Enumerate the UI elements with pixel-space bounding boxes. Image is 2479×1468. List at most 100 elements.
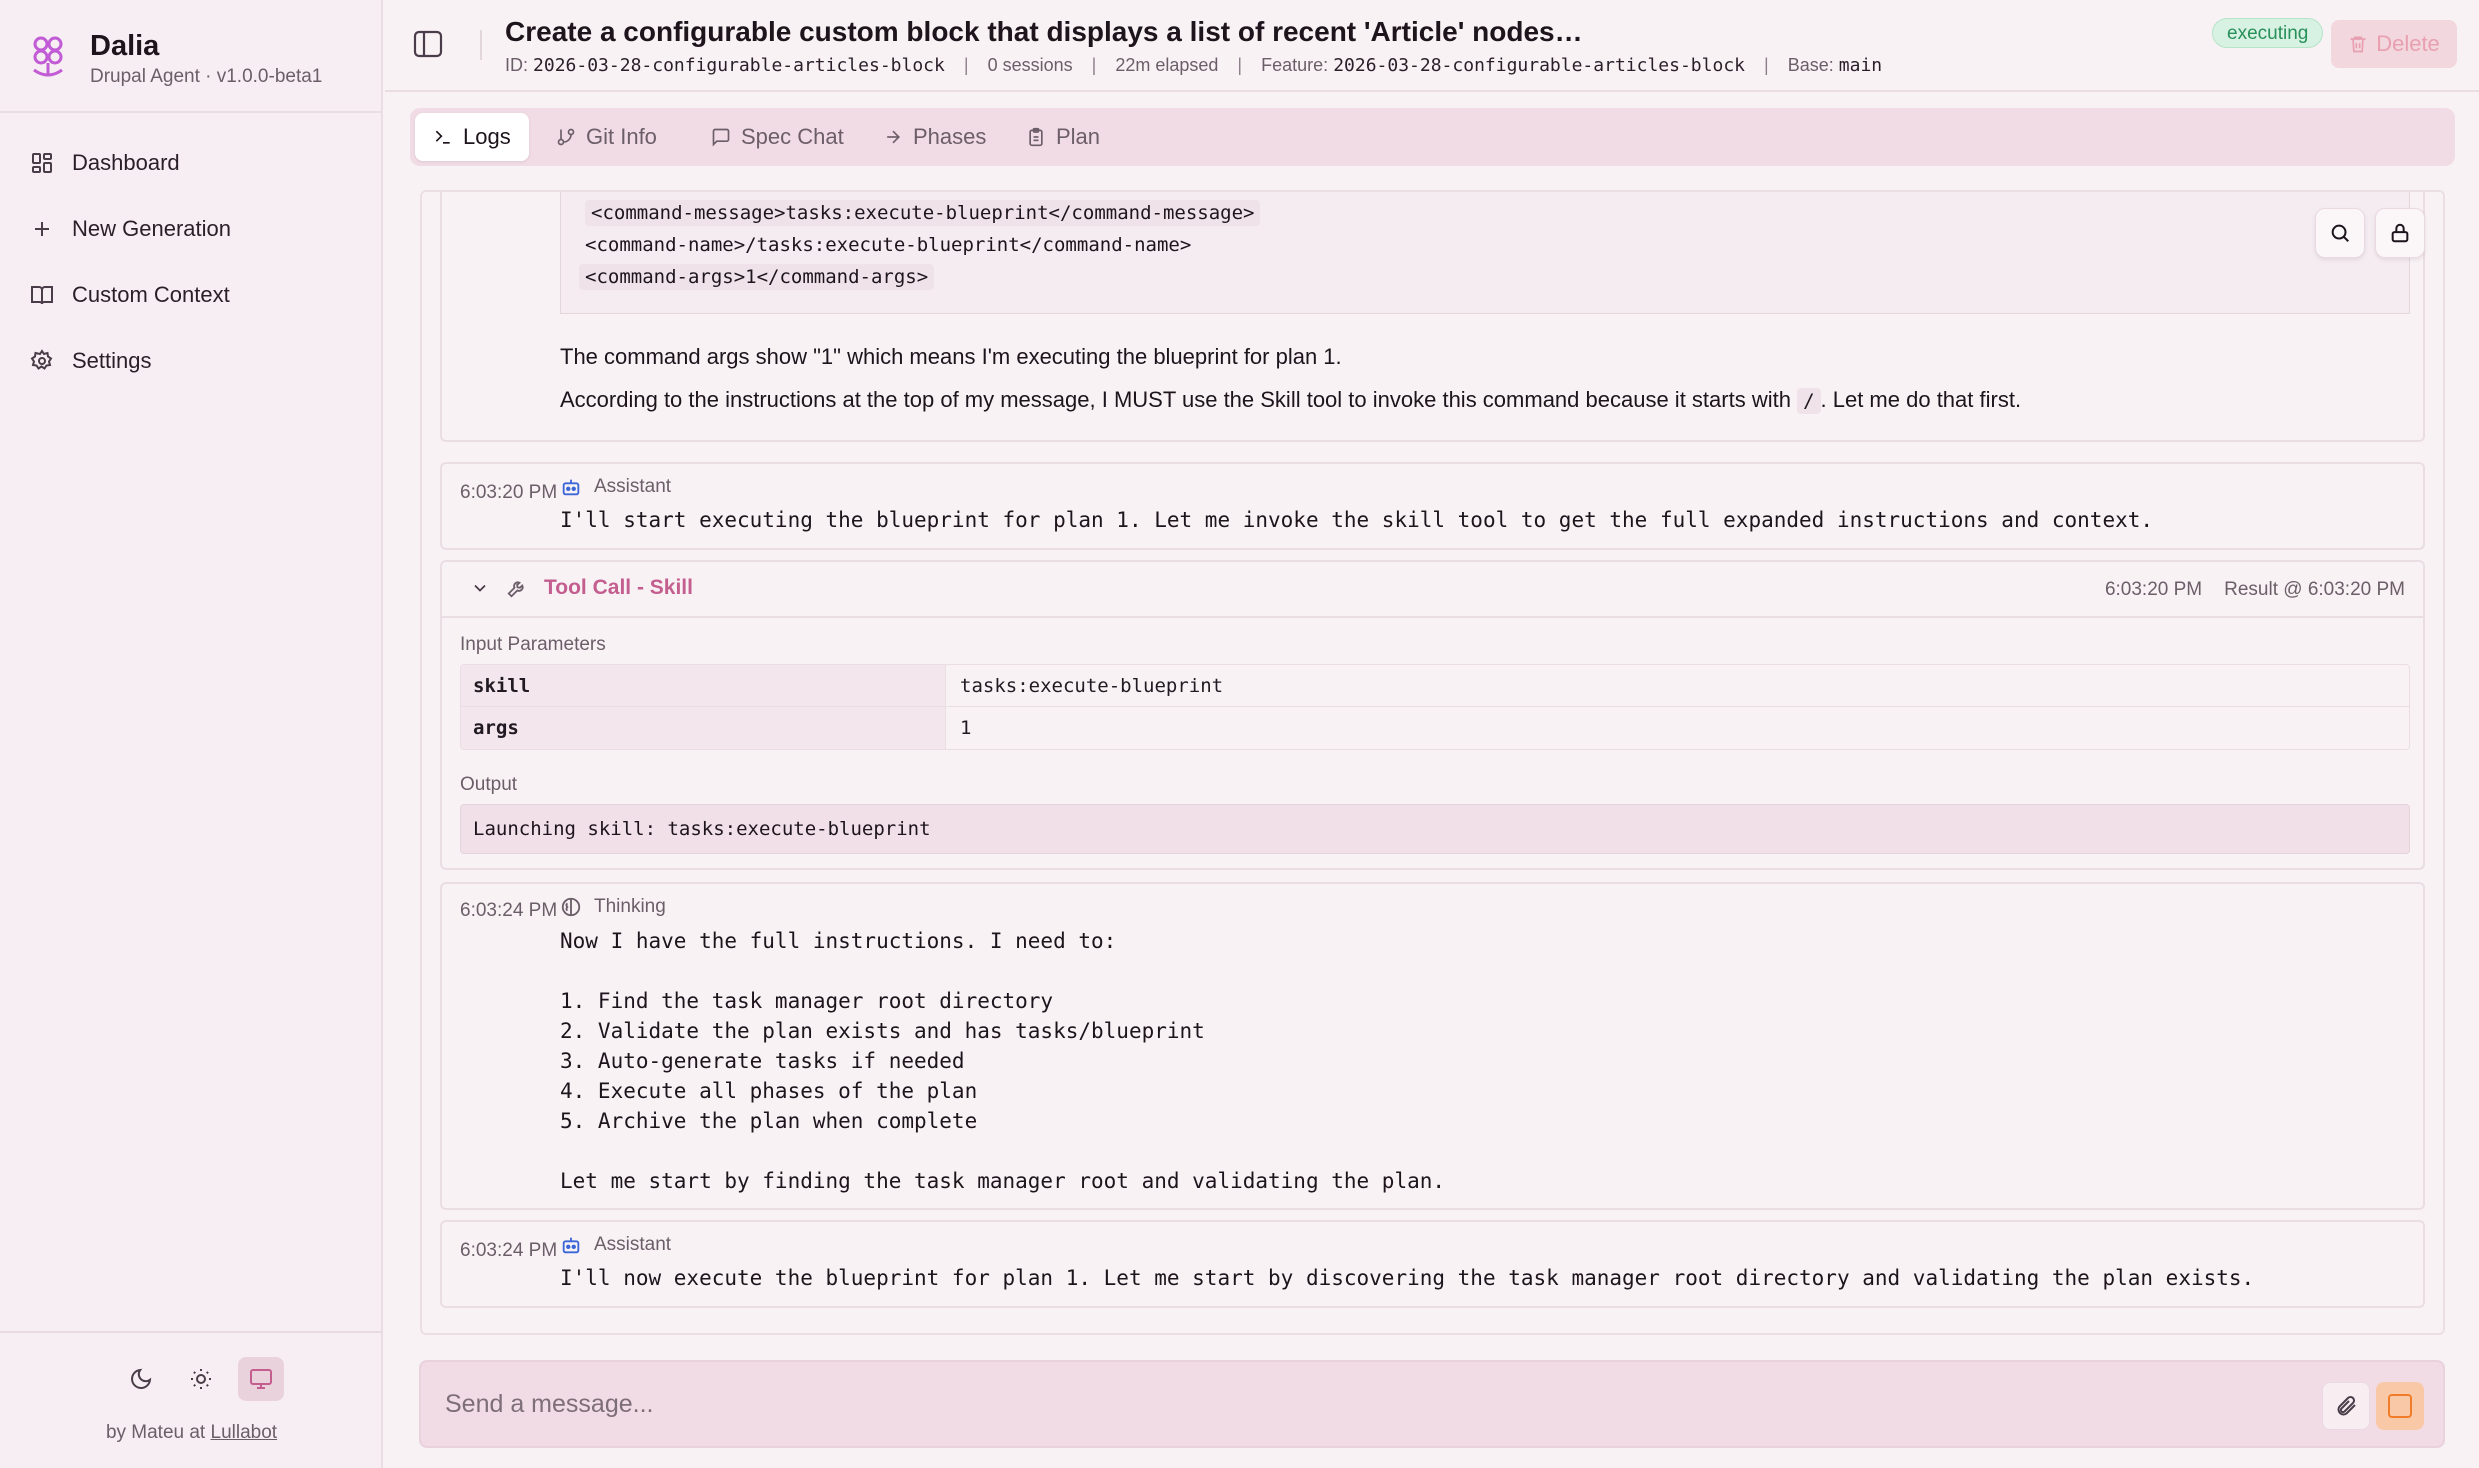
tool-call-header[interactable]: Tool Call - Skill 6:03:20 PM Result @ 6:… bbox=[442, 562, 2423, 618]
sidebar-nav: Dashboard New Generation Custom Context … bbox=[0, 130, 383, 394]
attach-button[interactable] bbox=[2322, 1382, 2370, 1430]
tool-call-time: 6:03:20 PM bbox=[2104, 579, 2203, 600]
log-entry-thinking: 6:03:24 PM Thinking Now I have the full … bbox=[440, 882, 2425, 1210]
log-text: The command args show "1" which means I'… bbox=[560, 344, 1342, 369]
page-meta: ID: 2026-03-28-configurable-articles-blo… bbox=[505, 55, 1883, 76]
role-label: Assistant bbox=[560, 1234, 671, 1256]
arrow-right-icon bbox=[887, 130, 901, 144]
search-logs-button[interactable] bbox=[2315, 208, 2365, 258]
role-name: Thinking bbox=[594, 896, 666, 917]
log-entry-assistant: 6:03:20 PM Assistant I'll start executin… bbox=[440, 462, 2425, 550]
input-parameters-label: Input Parameters bbox=[460, 634, 606, 655]
role-name: Assistant bbox=[594, 476, 672, 497]
tab-phases[interactable]: Phases bbox=[865, 113, 1004, 161]
sidebar-item-label: Settings bbox=[72, 348, 152, 373]
theme-switcher bbox=[118, 1357, 284, 1401]
log-text: According to the instructions at the top… bbox=[560, 387, 2022, 414]
log-text-part: . Let me do that first. bbox=[1820, 387, 2022, 412]
role-label: Thinking bbox=[560, 896, 666, 918]
delete-button[interactable]: Delete bbox=[2331, 20, 2457, 68]
clipboard-icon bbox=[1029, 127, 1043, 147]
search-icon bbox=[2331, 224, 2349, 242]
brand: Dalia Drupal Agent · v1.0.0-beta1 bbox=[30, 30, 370, 92]
sidebar-item-settings[interactable]: Settings bbox=[0, 328, 383, 394]
log-text-part: According to the instructions at the top… bbox=[560, 387, 1791, 412]
sidebar-item-label: New Generation bbox=[72, 216, 231, 241]
git-branch-icon bbox=[557, 128, 575, 146]
panel-tools bbox=[2315, 208, 2443, 258]
credit-text: by Mateu at bbox=[105, 1422, 206, 1443]
role-label: Assistant bbox=[560, 476, 671, 498]
code-line: <command-name>/tasks:execute-blueprint</… bbox=[585, 234, 1192, 256]
page-title: Create a configurable custom block that … bbox=[505, 16, 1590, 47]
tab-bar: Logs Git Info Spec Chat Phases Plan bbox=[410, 108, 2455, 166]
sidebar-item-dashboard[interactable]: Dashboard bbox=[0, 130, 383, 196]
dalia-logo-icon bbox=[33, 36, 63, 77]
tool-call-title: Tool Call - Skill bbox=[470, 576, 693, 600]
log-text: I'll now execute the blueprint for plan … bbox=[560, 1266, 2255, 1290]
id-value: 2026-03-28-configurable-articles-block bbox=[533, 55, 945, 76]
tab-label: Logs bbox=[463, 124, 511, 149]
book-icon bbox=[31, 286, 53, 305]
lullabot-link[interactable]: Lullabot bbox=[211, 1422, 278, 1443]
param-key: args bbox=[461, 707, 945, 749]
log-text: Now I have the full instructions. I need… bbox=[560, 929, 1446, 1193]
sidebar-toggle-icon[interactable] bbox=[413, 30, 443, 58]
delete-label: Delete bbox=[2376, 31, 2440, 56]
sidebar-item-new-generation[interactable]: New Generation bbox=[0, 196, 383, 262]
message-input[interactable] bbox=[445, 1384, 2245, 1424]
tab-logs[interactable]: Logs bbox=[415, 113, 529, 161]
stop-button[interactable] bbox=[2376, 1382, 2424, 1430]
wrench-icon bbox=[507, 581, 524, 598]
divider bbox=[0, 1331, 383, 1333]
log-entry: <command-message>tasks:execute-blueprint… bbox=[440, 192, 2425, 442]
feature-value: 2026-03-28-configurable-articles-block bbox=[1333, 55, 1745, 76]
output-label: Output bbox=[460, 774, 518, 795]
sidebar-item-label: Dashboard bbox=[72, 150, 180, 175]
tab-spec-chat[interactable]: Spec Chat bbox=[693, 113, 862, 161]
tab-plan[interactable]: Plan bbox=[1008, 113, 1118, 161]
status-badge: executing bbox=[2212, 18, 2324, 48]
tab-git-info[interactable]: Git Info bbox=[538, 113, 675, 161]
code-line: <command-args>1</command-args> bbox=[579, 264, 935, 290]
theme-light-button[interactable] bbox=[178, 1357, 224, 1401]
id-label: ID: bbox=[505, 55, 529, 75]
tool-output: Launching skill: tasks:execute-blueprint bbox=[460, 804, 2410, 854]
bot-icon bbox=[562, 1237, 580, 1254]
base-value: main bbox=[1838, 55, 1883, 76]
theme-dark-button[interactable] bbox=[118, 1357, 164, 1401]
sidebar-item-custom-context[interactable]: Custom Context bbox=[0, 262, 383, 328]
trash-icon bbox=[2350, 36, 2366, 53]
log-entry-assistant: 6:03:24 PM Assistant I'll now execute th… bbox=[440, 1220, 2425, 1308]
divider bbox=[0, 111, 383, 113]
divider bbox=[480, 30, 482, 60]
credit: by Mateu at Lullabot bbox=[0, 1422, 383, 1444]
session-count: 0 sessions bbox=[987, 55, 1073, 75]
log-text: I'll start executing the blueprint for p… bbox=[560, 508, 2154, 532]
stop-icon bbox=[2388, 1394, 2412, 1418]
table-row: args 1 bbox=[461, 707, 2409, 749]
feature-label: Feature: bbox=[1261, 55, 1329, 75]
timestamp: 6:03:24 PM bbox=[460, 900, 558, 921]
tool-call-result-time: Result @ 6:03:20 PM bbox=[2224, 579, 2405, 600]
sidebar-item-label: Custom Context bbox=[72, 282, 230, 307]
moon-icon bbox=[131, 1368, 152, 1389]
base-label: Base: bbox=[1787, 55, 1834, 75]
tab-label: Spec Chat bbox=[741, 124, 844, 149]
gear-icon bbox=[30, 349, 53, 370]
page-header: Create a configurable custom block that … bbox=[385, 0, 2479, 92]
app-name: Dalia bbox=[90, 30, 160, 62]
brain-icon bbox=[561, 897, 581, 917]
chat-icon bbox=[712, 128, 730, 147]
lock-scroll-button[interactable] bbox=[2375, 208, 2425, 258]
sun-icon bbox=[191, 1369, 211, 1389]
theme-system-button[interactable] bbox=[238, 1357, 284, 1401]
inline-code: / bbox=[1797, 388, 1821, 414]
paperclip-icon bbox=[2337, 1395, 2356, 1416]
log-panel[interactable]: <command-message>tasks:execute-blueprint… bbox=[420, 190, 2445, 1335]
chevron-down-icon[interactable] bbox=[470, 578, 490, 598]
lock-icon bbox=[2391, 223, 2409, 243]
param-key: skill bbox=[461, 665, 945, 706]
table-row: skill tasks:execute-blueprint bbox=[461, 665, 2409, 707]
code-line: <command-message>tasks:execute-blueprint… bbox=[585, 200, 1261, 226]
